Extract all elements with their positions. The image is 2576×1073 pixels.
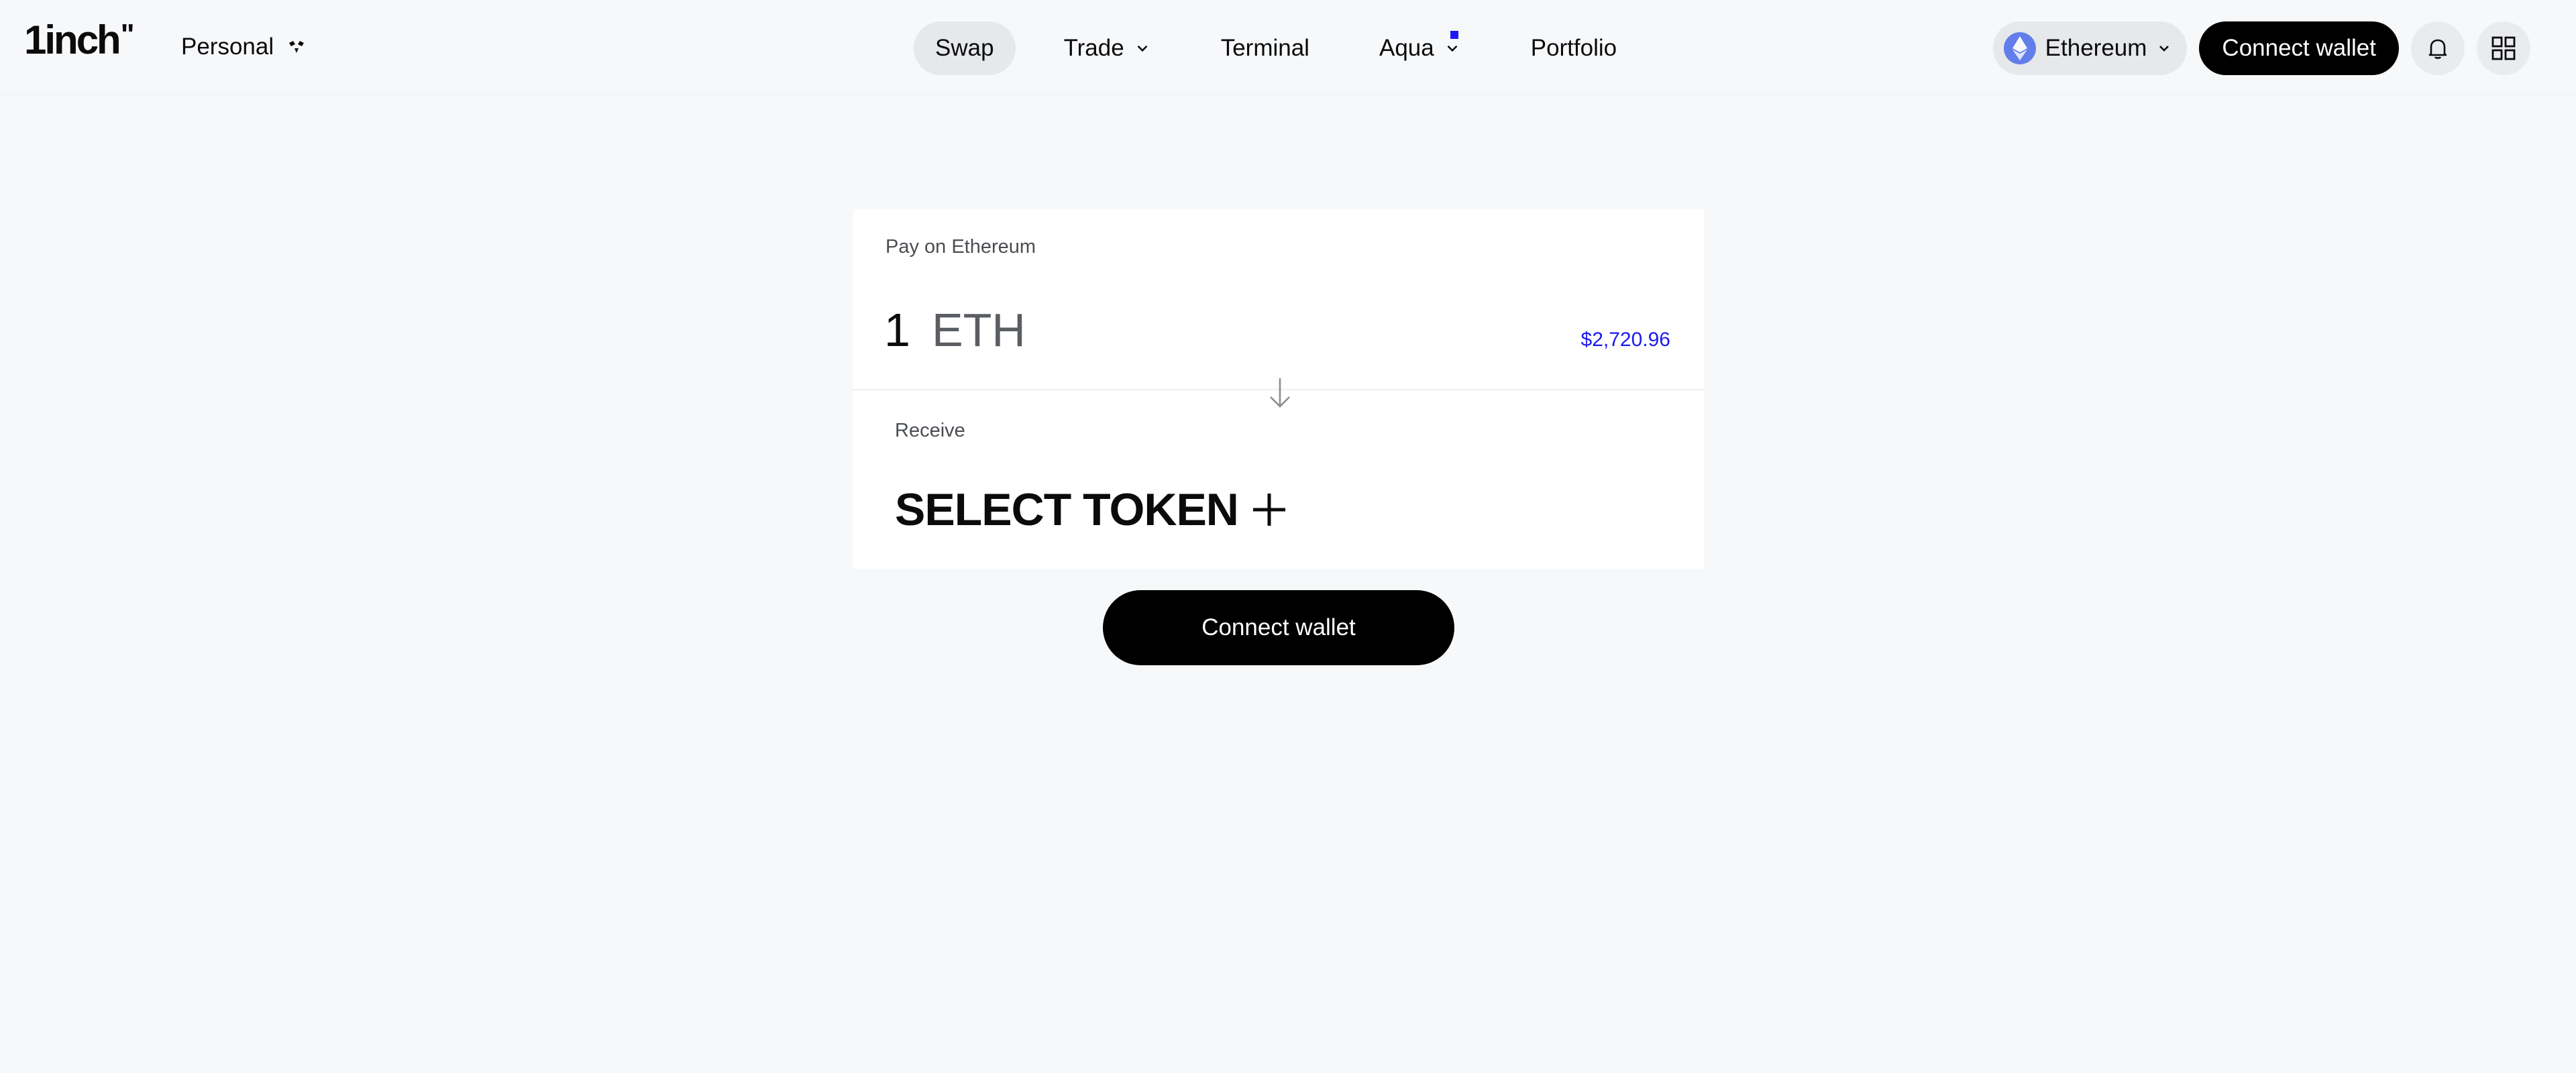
nav-swap[interactable]: Swap: [914, 21, 1016, 75]
new-badge-dot: [1450, 31, 1458, 39]
chevron-down-icon: [2159, 46, 2169, 52]
grid-icon: [2491, 36, 2516, 60]
usd-value: $2,720.96: [1580, 329, 1670, 351]
connect-wallet-button[interactable]: Connect wallet: [2199, 21, 2399, 75]
connect-wallet-main-button[interactable]: Connect wallet: [1103, 590, 1454, 665]
nav-trade[interactable]: Trade: [1042, 21, 1173, 75]
pay-amount-input[interactable]: 1: [884, 303, 910, 357]
mode-switch-icon: [289, 41, 305, 53]
main-nav: Swap Trade Terminal Aqua Portfolio: [914, 21, 1638, 75]
bell-icon: [2428, 39, 2447, 59]
nav-aqua-label: Aqua: [1379, 35, 1434, 61]
ethereum-icon: [2003, 32, 2036, 64]
nav-aqua[interactable]: Aqua: [1358, 21, 1483, 75]
notifications-button[interactable]: [2411, 21, 2465, 75]
nav-trade-label: Trade: [1063, 35, 1124, 61]
swap-direction-button[interactable]: [1264, 373, 1296, 413]
mode-label: Personal: [181, 34, 274, 60]
pay-amount-row[interactable]: 1 ETH: [884, 303, 1026, 363]
top-header: 1inch" Personal Swap Trade Terminal Aqua…: [0, 0, 2576, 95]
logo-text: 1inch: [24, 17, 121, 62]
chevron-down-icon: [1447, 45, 1458, 52]
pay-token-selector[interactable]: ETH: [932, 303, 1026, 357]
pay-label: Pay on Ethereum: [885, 236, 1036, 258]
nav-portfolio[interactable]: Portfolio: [1509, 21, 1638, 75]
network-selector[interactable]: Ethereum: [1992, 21, 2188, 75]
network-label: Ethereum: [2045, 35, 2147, 61]
nav-swap-label: Swap: [935, 35, 994, 61]
apps-menu-button[interactable]: [2477, 21, 2530, 75]
nav-portfolio-label: Portfolio: [1530, 35, 1617, 61]
select-token-label: SELECT TOKEN: [895, 484, 1239, 535]
logo-mark: ": [120, 18, 135, 51]
logo[interactable]: 1inch": [24, 20, 135, 60]
chevron-down-icon: [1137, 45, 1148, 52]
arrow-down-icon: [1270, 378, 1290, 408]
plus-icon: [1252, 494, 1285, 526]
swap-card: Pay on Ethereum 1 ETH $2,720.96 Receive …: [853, 209, 1704, 569]
nav-terminal[interactable]: Terminal: [1199, 21, 1331, 75]
header-actions: Ethereum Connect wallet: [1992, 21, 2530, 75]
receive-label: Receive: [895, 420, 965, 441]
select-token-button[interactable]: SELECT TOKEN: [895, 483, 1289, 536]
nav-terminal-label: Terminal: [1220, 35, 1309, 61]
mode-selector[interactable]: Personal: [181, 31, 307, 63]
